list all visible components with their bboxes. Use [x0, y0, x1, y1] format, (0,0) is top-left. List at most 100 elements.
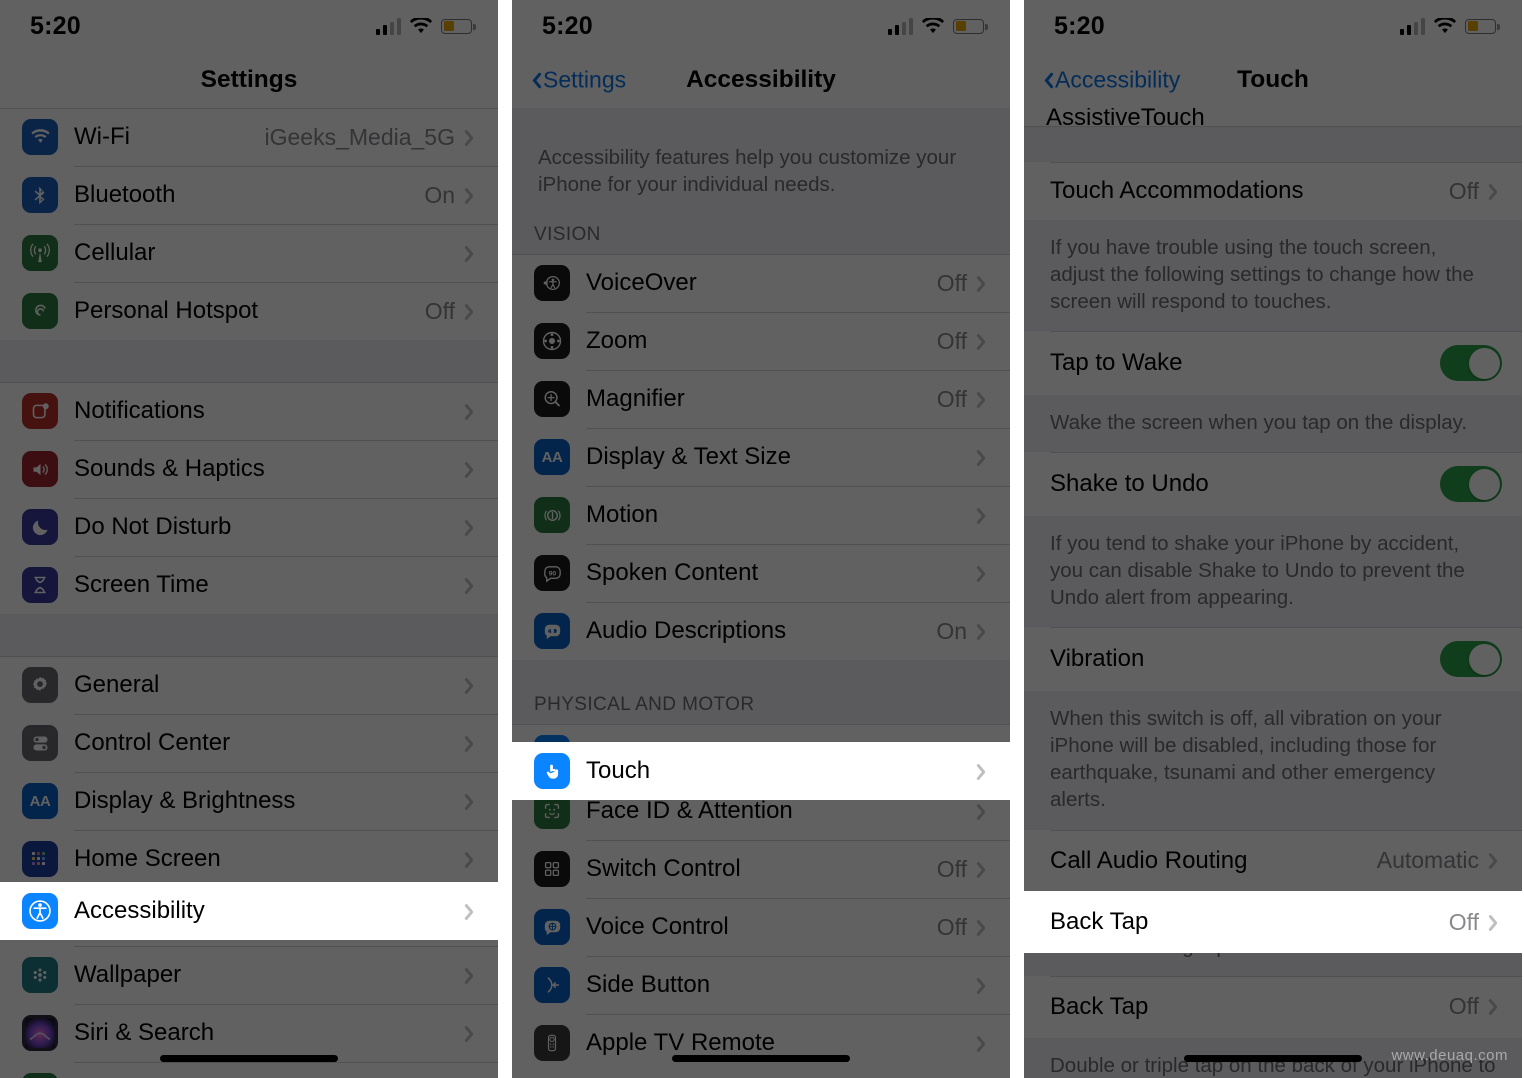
settings-row-notifications[interactable]: Notifications: [0, 382, 498, 440]
tap-to-wake-note: Wake the screen when you tap on the disp…: [1024, 395, 1522, 453]
accessibility-row-audio-descriptions[interactable]: Audio Descriptions On: [512, 602, 1010, 661]
row-label: Spoken Content: [586, 559, 759, 587]
battery-low-power-icon: [441, 18, 476, 34]
row-value: On: [936, 617, 967, 644]
settings-row-accessibility[interactable]: Accessibility: [0, 882, 498, 940]
chevron-right-icon: [979, 506, 990, 525]
chevron-left-icon: [528, 71, 539, 90]
section-header-vision: VISION: [512, 214, 1010, 255]
touch-row-back-tap-base[interactable]: Back Tap Off: [1024, 975, 1522, 1038]
accessibility-row-spoken-content[interactable]: 90 Spoken Content: [512, 544, 1010, 603]
status-indicators: [887, 15, 988, 35]
chevron-right-icon: [467, 244, 478, 263]
wifi-icon: [22, 119, 58, 155]
settings-row-wifi[interactable]: Wi-Fi iGeeks_Media_5G: [0, 108, 498, 166]
touch-row-assistivetouch-clipped[interactable]: AssistiveTouch: [1024, 108, 1522, 126]
settings-row-label: General: [74, 671, 160, 698]
touch-row-vibration[interactable]: Vibration: [1024, 627, 1522, 692]
row-label: Voice Control: [586, 913, 729, 941]
touch-row-call-audio-routing[interactable]: Call Audio Routing Automatic: [1024, 829, 1522, 892]
settings-row-label: Do Not Disturb: [74, 513, 232, 540]
touch-row-tap-to-wake[interactable]: Tap to Wake: [1024, 331, 1522, 396]
settings-row-control-center[interactable]: Control Center: [0, 714, 498, 772]
group-gap: [512, 660, 1010, 685]
settings-row-general[interactable]: General: [0, 656, 498, 714]
settings-row-label: Notifications: [74, 397, 205, 424]
tap-to-wake-toggle[interactable]: [1440, 345, 1502, 382]
settings-row-label: Display & Brightness: [74, 787, 296, 814]
group-gap: [1024, 126, 1522, 162]
chevron-right-icon: [979, 564, 990, 583]
settings-row-label: Screen Time: [74, 571, 209, 598]
accessibility-row-voiceover[interactable]: VoiceOver Off: [512, 254, 1010, 313]
three-panel-screenshot: 5:20 Settings Wi-Fi iGeeks_Media_5G Blue…: [0, 0, 1524, 1078]
hourglass-icon: [22, 567, 58, 603]
accessibility-row-motion[interactable]: Motion: [512, 486, 1010, 545]
switch-control-icon: [534, 851, 570, 888]
chevron-right-icon: [467, 128, 478, 147]
nav-bar-touch: Accessibility Touch: [1024, 52, 1522, 108]
face-id-icon: [22, 1073, 58, 1078]
back-button-settings[interactable]: Settings: [528, 67, 626, 94]
settings-row-siri-search[interactable]: Siri & Search: [0, 1004, 498, 1062]
accessibility-row-switch-control[interactable]: Switch Control Off: [512, 840, 1010, 899]
wifi-icon: [1434, 15, 1456, 35]
accessibility-row-voice-control[interactable]: Voice Control Off: [512, 898, 1010, 957]
row-value: Off: [936, 269, 967, 296]
accessibility-row-touch[interactable]: Touch: [512, 742, 1010, 800]
settings-row-bluetooth[interactable]: Bluetooth On: [0, 166, 498, 224]
settings-row-display-brightness[interactable]: AA Display & Brightness: [0, 772, 498, 830]
page-title: Settings: [200, 66, 298, 93]
settings-row-value: On: [424, 181, 455, 208]
back-button-accessibility[interactable]: Accessibility: [1040, 67, 1180, 94]
panel-divider: [498, 0, 512, 1078]
settings-row-sounds-haptics[interactable]: Sounds & Haptics: [0, 440, 498, 498]
row-label: Touch: [586, 757, 651, 784]
accessibility-row-zoom[interactable]: Zoom Off: [512, 312, 1010, 371]
accessibility-row-magnifier[interactable]: Magnifier Off: [512, 370, 1010, 429]
cellular-icon: [22, 235, 58, 271]
settings-row-personal-hotspot[interactable]: Personal Hotspot Off: [0, 282, 498, 340]
settings-row-do-not-disturb[interactable]: Do Not Disturb: [0, 498, 498, 556]
settings-row-face-id-passcode[interactable]: Face ID & Passcode: [0, 1062, 498, 1078]
touch-row-shake-to-undo[interactable]: Shake to Undo: [1024, 452, 1522, 517]
settings-row-label: Control Center: [74, 729, 231, 756]
accessibility-row-apple-tv-remote[interactable]: Apple TV Remote: [512, 1014, 1010, 1073]
chevron-right-icon: [467, 734, 478, 753]
touch-row-touch-accommodations[interactable]: Touch Accommodations Off: [1024, 162, 1522, 220]
panel-accessibility: 5:20 Settings Accessibility Accessibilit…: [512, 0, 1010, 1078]
touch-row-back-tap[interactable]: Back Tap Off: [1024, 891, 1522, 953]
settings-row-label: Accessibility: [74, 897, 205, 924]
settings-row-value: Off: [424, 297, 455, 324]
row-value: Off: [1448, 908, 1479, 935]
row-label: Shake to Undo: [1050, 470, 1209, 498]
row-label: Display & Text Size: [586, 443, 791, 471]
settings-row-home-screen[interactable]: Home Screen: [0, 830, 498, 888]
chevron-right-icon: [467, 518, 478, 537]
panel-touch: 5:20 Accessibility Touch AssistiveTouch: [1024, 0, 1522, 1078]
chevron-right-icon: [467, 1024, 478, 1043]
chevron-right-icon: [979, 860, 990, 879]
settings-row-cellular[interactable]: Cellular: [0, 224, 498, 282]
display-brightness-icon: AA: [22, 783, 58, 819]
nav-bar-accessibility: Settings Accessibility: [512, 52, 1010, 108]
back-button-label: Settings: [543, 66, 627, 93]
shake-to-undo-toggle[interactable]: [1440, 466, 1502, 503]
sounds-haptics-icon: [22, 451, 58, 487]
chevron-right-icon: [979, 448, 990, 467]
row-label: Call Audio Routing: [1050, 846, 1248, 874]
chevron-right-icon: [979, 622, 990, 641]
chevron-right-icon: [467, 792, 478, 811]
back-button-label: Accessibility: [1055, 66, 1181, 93]
status-bar: 5:20: [512, 0, 1010, 52]
row-label: Magnifier: [586, 385, 685, 413]
chevron-right-icon: [979, 1034, 990, 1053]
vibration-toggle[interactable]: [1440, 641, 1502, 678]
chevron-right-icon: [1491, 997, 1502, 1016]
accessibility-row-display-text-size[interactable]: AA Display & Text Size: [512, 428, 1010, 487]
settings-row-value: iGeeks_Media_5G: [264, 123, 456, 150]
settings-row-wallpaper[interactable]: Wallpaper: [0, 946, 498, 1004]
shake-to-undo-note: If you tend to shake your iPhone by acci…: [1024, 516, 1522, 628]
settings-row-screen-time[interactable]: Screen Time: [0, 556, 498, 614]
accessibility-row-side-button[interactable]: Side Button: [512, 956, 1010, 1015]
